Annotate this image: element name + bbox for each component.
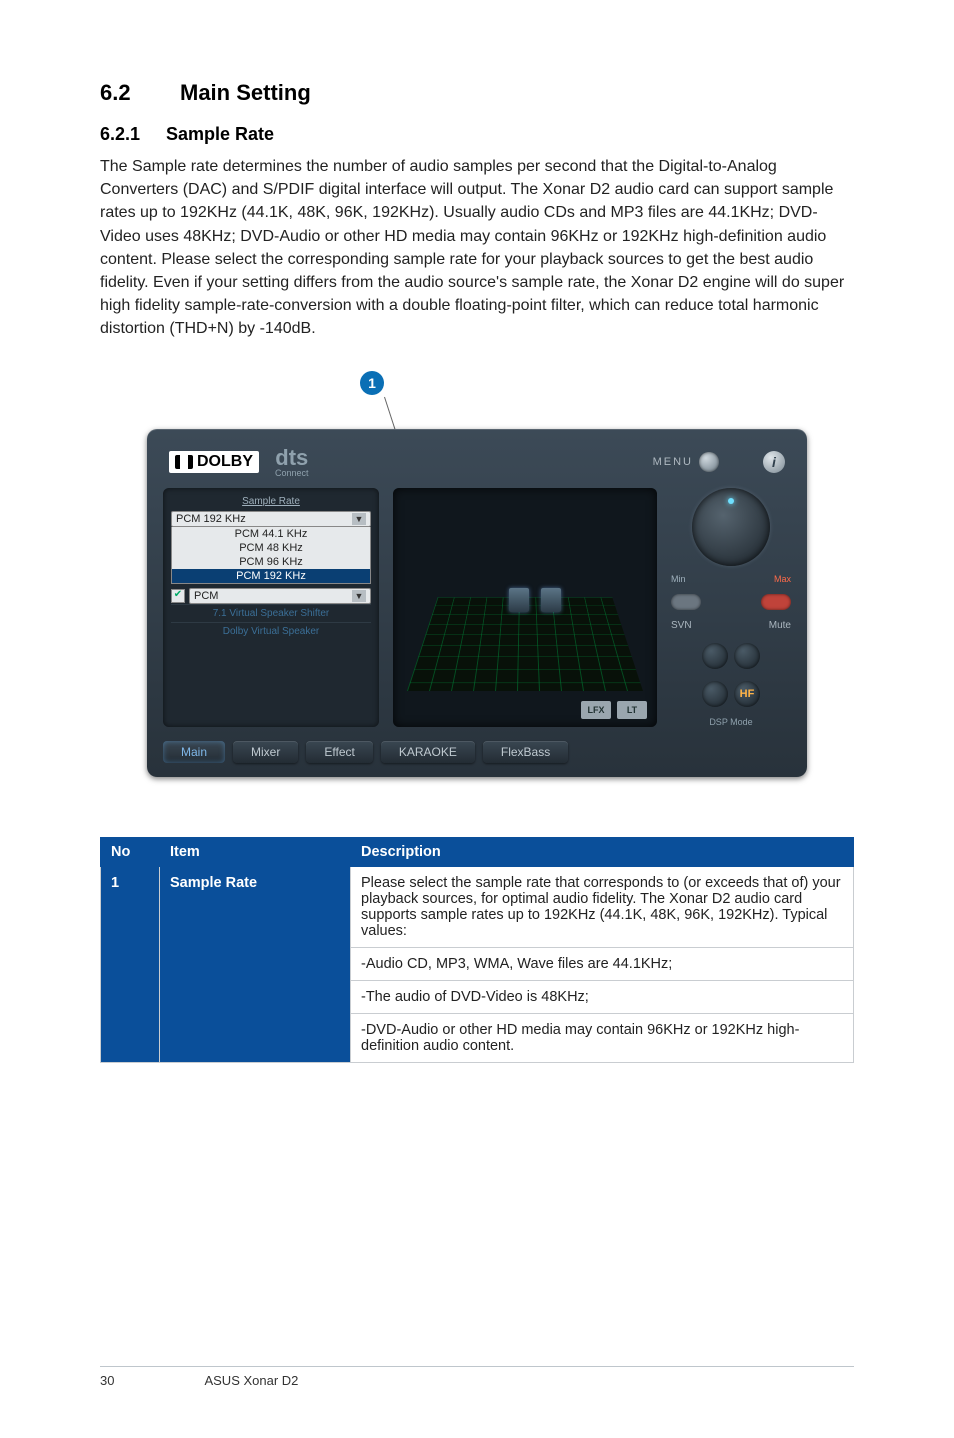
dial-max-label: Max — [774, 574, 791, 584]
mute-label: Mute — [769, 620, 791, 631]
pcm-toggle-row: ✔ PCM ▼ — [171, 588, 371, 604]
dts-subtext: Connect — [275, 469, 309, 478]
speaker-visualizer: LFX LT — [393, 488, 657, 727]
settings-left-column: Sample Rate PCM 192 KHz ▼ PCM 44.1 KHz P… — [163, 488, 379, 727]
cell-desc-3: -The audio of DVD-Video is 48KHz; — [351, 980, 854, 1013]
chevron-down-icon: ▼ — [352, 590, 366, 602]
pcm-combo-value: PCM — [194, 590, 218, 602]
speaker-left-icon — [509, 588, 529, 612]
volume-dial[interactable] — [692, 488, 770, 566]
menu-button[interactable]: MENU — [653, 452, 719, 472]
pcm-combo[interactable]: PCM ▼ — [189, 588, 371, 604]
th-no: No — [101, 837, 160, 866]
body-paragraph: The Sample rate determines the number of… — [100, 155, 854, 341]
svn-label: SVN — [671, 620, 692, 631]
dsp-mode-label: DSP Mode — [709, 717, 752, 727]
cell-item: Sample Rate — [160, 866, 351, 1062]
sample-rate-combo[interactable]: PCM 192 KHz ▼ — [171, 511, 371, 527]
dolby-virtual-speaker-row[interactable]: Dolby Virtual Speaker — [171, 622, 371, 640]
cell-no: 1 — [101, 866, 160, 1062]
tab-flexbass[interactable]: FlexBass — [483, 741, 568, 763]
dial-min-label: Min — [671, 574, 686, 584]
lt-indicator: LT — [617, 701, 647, 719]
info-button[interactable]: i — [763, 451, 785, 473]
tab-karaoke[interactable]: KARAOKE — [381, 741, 475, 763]
pcm-checkbox[interactable]: ✔ — [171, 589, 185, 603]
speaker-right-icon — [541, 588, 561, 612]
subsection-title: Sample Rate — [166, 124, 274, 144]
sample-rate-option[interactable]: PCM 96 KHz — [172, 555, 370, 569]
panel-tabs: Main Mixer Effect KARAOKE FlexBass — [163, 741, 791, 763]
description-table: No Item Description 1 Sample Rate Please… — [100, 837, 854, 1063]
hf-button[interactable]: HF — [734, 681, 760, 707]
sample-rate-option[interactable]: PCM 44.1 KHz — [172, 527, 370, 541]
cell-desc-2: -Audio CD, MP3, WMA, Wave files are 44.1… — [351, 947, 854, 980]
subsection-number: 6.2.1 — [100, 124, 166, 145]
sample-rate-option[interactable]: PCM 48 KHz — [172, 541, 370, 555]
panel-header: DOLBY dts Connect MENU i — [163, 443, 791, 488]
dts-text: dts — [275, 447, 309, 469]
sample-rate-dropdown[interactable]: PCM 44.1 KHz PCM 48 KHz PCM 96 KHz PCM 1… — [171, 527, 371, 584]
page-number: 30 — [100, 1373, 114, 1388]
cell-desc-1: Please select the sample rate that corre… — [351, 866, 854, 947]
subsection-heading: 6.2.1Sample Rate — [100, 124, 854, 145]
sample-rate-combo-value: PCM 192 KHz — [176, 513, 246, 525]
figure: 1 DOLBY dts Connect MENU i Sample Rate — [100, 371, 854, 777]
volume-right-column: Min Max SVN Mute — [671, 488, 791, 727]
svn-toggle[interactable] — [671, 594, 701, 610]
tab-mixer[interactable]: Mixer — [233, 741, 298, 763]
mode-button-2[interactable] — [734, 643, 760, 669]
cell-desc-4: -DVD-Audio or other HD media may contain… — [351, 1013, 854, 1062]
menu-round-icon — [699, 452, 719, 472]
mode-button-3[interactable] — [702, 681, 728, 707]
section-heading: 6.2Main Setting — [100, 80, 854, 106]
section-title: Main Setting — [180, 80, 311, 105]
menu-label-text: MENU — [653, 456, 693, 468]
sample-rate-option-selected[interactable]: PCM 192 KHz — [172, 569, 370, 583]
lfx-indicator: LFX — [581, 701, 611, 719]
sample-rate-label: Sample Rate — [171, 496, 371, 507]
table-row: 1 Sample Rate Please select the sample r… — [101, 866, 854, 947]
chevron-down-icon: ▼ — [352, 513, 366, 525]
tab-effect[interactable]: Effect — [306, 741, 372, 763]
virtual-speaker-shifter-row[interactable]: 7.1 Virtual Speaker Shifter — [171, 604, 371, 622]
dolby-logo: DOLBY — [169, 451, 259, 473]
callout-badge: 1 — [360, 371, 384, 395]
th-description: Description — [351, 837, 854, 866]
tab-main[interactable]: Main — [163, 741, 225, 763]
page-footer: 30 ASUS Xonar D2 — [100, 1366, 854, 1388]
mode-button-1[interactable] — [702, 643, 728, 669]
mute-toggle[interactable] — [761, 594, 791, 610]
section-number: 6.2 — [100, 80, 180, 106]
footer-product: ASUS Xonar D2 — [204, 1373, 298, 1388]
audio-control-panel: DOLBY dts Connect MENU i Sample Rate PCM… — [147, 429, 807, 777]
th-item: Item — [160, 837, 351, 866]
dts-logo: dts Connect — [275, 447, 309, 478]
